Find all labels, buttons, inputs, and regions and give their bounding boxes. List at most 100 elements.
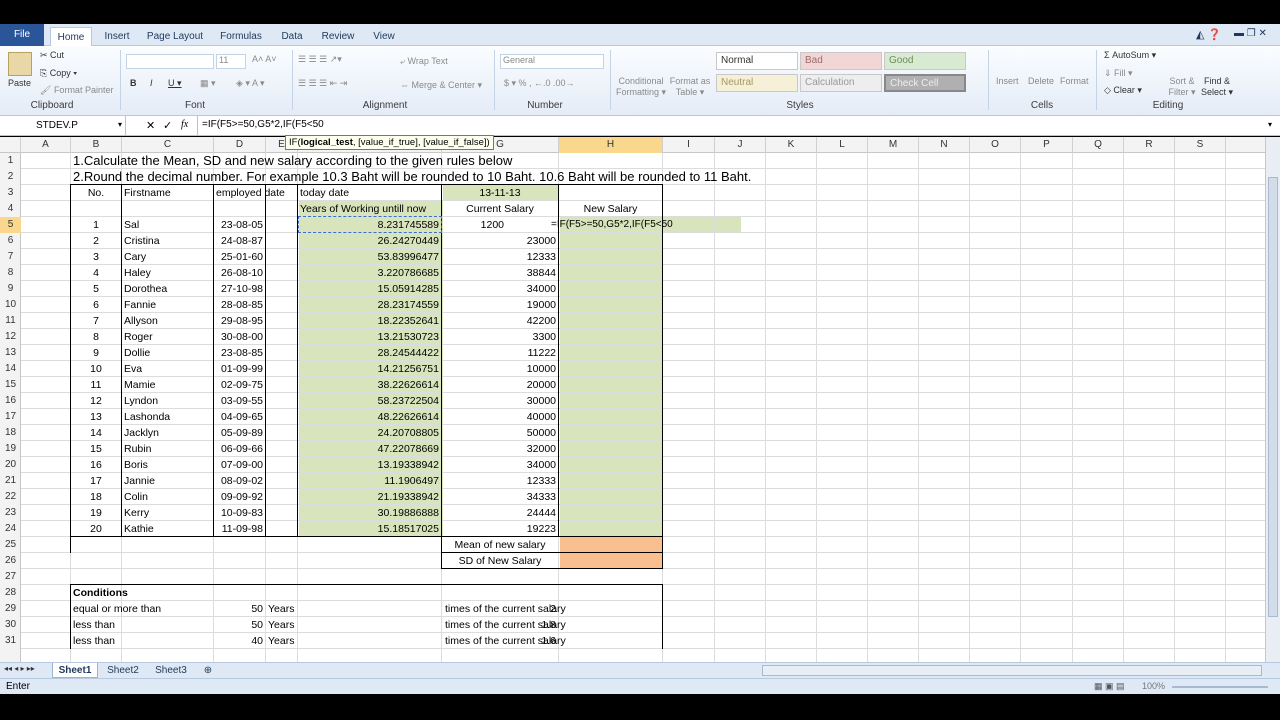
borders-icon[interactable]: ▦ ▾ — [200, 78, 216, 89]
cell-employed-date[interactable]: 03-09-55 — [216, 393, 263, 409]
row-header-1[interactable]: 1 — [0, 153, 21, 169]
cell-firstname[interactable]: Lashonda — [124, 409, 211, 425]
condition-years[interactable]: 50 — [216, 601, 263, 617]
cell-years[interactable]: 30.19886888 — [300, 505, 439, 521]
cell-no[interactable]: 13 — [73, 409, 119, 425]
row-header-26[interactable]: 26 — [0, 553, 21, 569]
condition-unit[interactable]: Years — [268, 633, 295, 649]
cell-current-salary[interactable]: 34333 — [444, 489, 556, 505]
row-header-6[interactable]: 6 — [0, 233, 21, 249]
cell-current-salary[interactable]: 19223 — [444, 521, 556, 537]
cell-years[interactable]: 13.21530723 — [300, 329, 439, 345]
cell-employed-date[interactable]: 06-09-66 — [216, 441, 263, 457]
cell-firstname[interactable]: Kathie — [124, 521, 211, 537]
condition-desc[interactable]: times of the current salary — [445, 601, 566, 617]
sd-label[interactable]: SD of New Salary — [444, 553, 556, 569]
vertical-scrollbar[interactable] — [1265, 137, 1280, 662]
cell-employed-date[interactable]: 25-01-60 — [216, 249, 263, 265]
bold-icon[interactable]: B — [130, 78, 137, 88]
cell-years[interactable]: 58.23722504 — [300, 393, 439, 409]
merge-center-button[interactable]: ⇔ Merge & Center ▾ — [400, 80, 482, 91]
cell-no[interactable]: 6 — [73, 297, 119, 313]
cell-current-salary[interactable]: 19000 — [444, 297, 556, 313]
enter-icon[interactable]: ✓ — [163, 119, 172, 132]
row-header-13[interactable]: 13 — [0, 345, 21, 361]
zoom-level[interactable]: 100% — [1142, 681, 1165, 691]
header-new-salary[interactable]: New Salary — [561, 201, 660, 217]
column-header-j[interactable]: J — [715, 137, 766, 153]
number-format-select[interactable]: General — [500, 54, 604, 69]
row-header-11[interactable]: 11 — [0, 313, 21, 329]
cell-years[interactable]: 24.20708805 — [300, 425, 439, 441]
cell-employed-date[interactable]: 07-09-00 — [216, 457, 263, 473]
row-header-24[interactable]: 24 — [0, 521, 21, 537]
cell-current-salary[interactable]: 32000 — [444, 441, 556, 457]
paste-button[interactable]: Paste — [8, 78, 31, 88]
style-check-cell[interactable]: Check Cell — [884, 74, 966, 92]
row-header-31[interactable]: 31 — [0, 633, 21, 649]
cell-no[interactable]: 7 — [73, 313, 119, 329]
insert-sheet-icon[interactable]: ⊕ — [198, 663, 218, 678]
condition-desc[interactable]: times of the current salary — [445, 633, 566, 649]
style-normal[interactable]: Normal — [716, 52, 798, 70]
column-header-h[interactable]: H — [559, 137, 663, 153]
cell-firstname[interactable]: Cristina — [124, 233, 211, 249]
cell-firstname[interactable]: Colin — [124, 489, 211, 505]
style-neutral[interactable]: Neutral — [716, 74, 798, 92]
cell-no[interactable]: 14 — [73, 425, 119, 441]
cell-firstname[interactable]: Cary — [124, 249, 211, 265]
cell-current-salary[interactable]: 1200 — [444, 217, 504, 233]
column-header-a[interactable]: A — [21, 137, 71, 153]
row-header-5[interactable]: 5 — [0, 217, 21, 233]
column-header-b[interactable]: B — [71, 137, 122, 153]
column-header-p[interactable]: P — [1021, 137, 1073, 153]
sheet-nav-icon[interactable]: ◂◂ ◂ ▸ ▸▸ — [4, 664, 35, 673]
cell-employed-date[interactable]: 10-09-83 — [216, 505, 263, 521]
cell-employed-date[interactable]: 24-08-87 — [216, 233, 263, 249]
cell-employed-date[interactable]: 27-10-98 — [216, 281, 263, 297]
tab-review[interactable]: Review — [316, 27, 360, 46]
align-left-icon[interactable]: ☰ ☰ ☰ ⇤ ⇥ — [298, 78, 347, 89]
row-header-14[interactable]: 14 — [0, 361, 21, 377]
formula-input[interactable]: =IF(F5>=50,G5*2,IF(F5<50 — [202, 119, 324, 130]
cancel-icon[interactable]: ✕ — [146, 119, 155, 132]
cell-employed-date[interactable]: 08-09-02 — [216, 473, 263, 489]
row-header-22[interactable]: 22 — [0, 489, 21, 505]
condition-unit[interactable]: Years — [268, 617, 295, 633]
cell-no[interactable]: 18 — [73, 489, 119, 505]
cell-years[interactable]: 15.05914285 — [300, 281, 439, 297]
cut-button[interactable]: ✂ Cut — [40, 50, 64, 61]
wrap-text-button[interactable]: ⤶ Wrap Text — [400, 56, 448, 67]
cell-current-salary[interactable]: 34000 — [444, 457, 556, 473]
cell-no[interactable]: 4 — [73, 265, 119, 281]
cell-firstname[interactable]: Haley — [124, 265, 211, 281]
row-header-19[interactable]: 19 — [0, 441, 21, 457]
scroll-thumb[interactable] — [1268, 177, 1278, 617]
tooltip-bold-arg[interactable]: logical_test — [301, 137, 353, 148]
cell-years[interactable]: 8.231745589 — [300, 217, 439, 233]
cell-firstname[interactable]: Rubin — [124, 441, 211, 457]
cell-current-salary[interactable]: 34000 — [444, 281, 556, 297]
cell-years[interactable]: 14.21256751 — [300, 361, 439, 377]
row-header-9[interactable]: 9 — [0, 281, 21, 297]
cell-employed-date[interactable]: 30-08-00 — [216, 329, 263, 345]
autosum-button[interactable]: Σ AutoSum ▾ — [1104, 50, 1156, 61]
cell-employed-date[interactable]: 28-08-85 — [216, 297, 263, 313]
condition-label[interactable]: less than — [73, 633, 115, 649]
cell-no[interactable]: 3 — [73, 249, 119, 265]
tab-data[interactable]: Data — [274, 27, 310, 46]
find-select-button[interactable]: Find & Select ▾ — [1200, 76, 1234, 98]
header-no[interactable]: No. — [73, 185, 119, 201]
instruction-line-1[interactable]: 1.Calculate the Mean, SD and new salary … — [73, 153, 512, 169]
tab-sheet1[interactable]: Sheet1 — [52, 663, 98, 678]
tab-sheet2[interactable]: Sheet2 — [100, 663, 146, 678]
header-firstname[interactable]: Firstname — [124, 185, 211, 201]
cell-current-salary[interactable]: 40000 — [444, 409, 556, 425]
cell-firstname[interactable]: Mamie — [124, 377, 211, 393]
row-header-16[interactable]: 16 — [0, 393, 21, 409]
sort-filter-button[interactable]: Sort & Filter ▾ — [1166, 76, 1198, 98]
row-header-23[interactable]: 23 — [0, 505, 21, 521]
column-header-n[interactable]: N — [919, 137, 970, 153]
cell-current-salary[interactable]: 42200 — [444, 313, 556, 329]
cell-no[interactable]: 19 — [73, 505, 119, 521]
